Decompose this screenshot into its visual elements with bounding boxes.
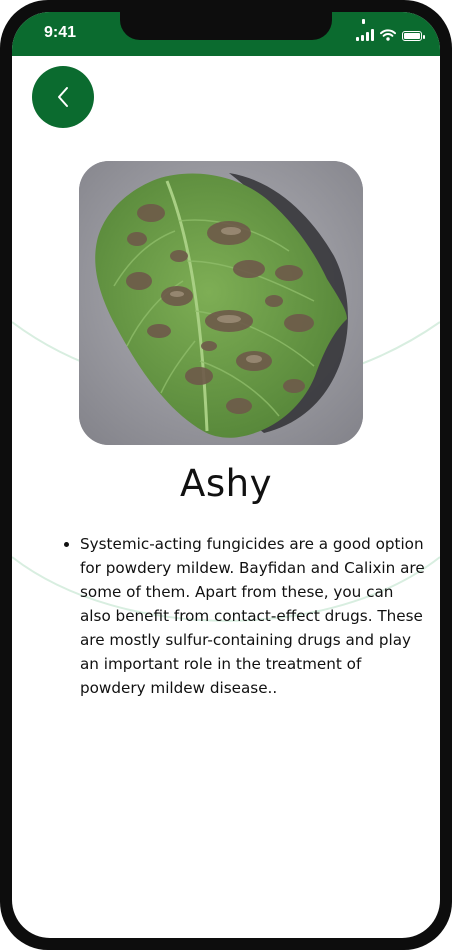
treatment-point: Systemic-acting fungicides are a good op…: [80, 532, 426, 700]
leaf-illustration: [79, 161, 363, 445]
privacy-indicator-dot: [362, 19, 365, 24]
phone-frame: 9:41 Ashy • Systemic-acting fungicides a…: [0, 0, 452, 950]
disease-image: [79, 161, 363, 445]
app-screen: 9:41 Ashy • Systemic-acting fungicides a…: [12, 12, 440, 938]
chevron-left-icon: [58, 87, 68, 107]
wifi-icon: [380, 29, 396, 41]
back-button[interactable]: [32, 66, 94, 128]
treatment-list: Systemic-acting fungicides are a good op…: [64, 532, 426, 700]
status-time: 9:41: [44, 24, 77, 41]
disease-title: Ashy: [180, 462, 272, 505]
status-icons: [356, 19, 425, 41]
cellular-signal-icon: [356, 19, 374, 41]
battery-icon: [402, 31, 425, 41]
device-notch: [120, 12, 332, 40]
